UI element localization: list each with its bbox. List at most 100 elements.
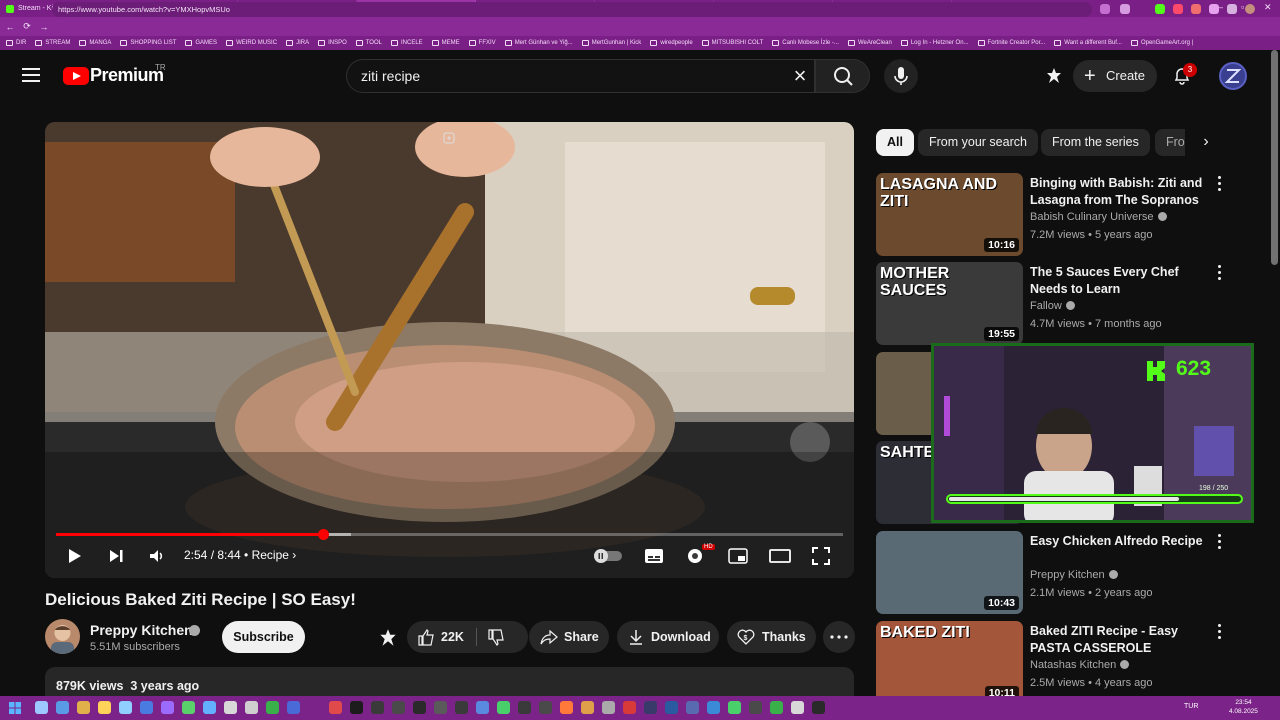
- video-player[interactable]: 2:54 / 8:44 • Recipe › HD: [45, 122, 854, 578]
- subtitles-icon[interactable]: [644, 548, 664, 564]
- fullscreen-icon[interactable]: [812, 547, 830, 565]
- bookmark-item[interactable]: SHOPPING LIST: [120, 40, 176, 46]
- like-count[interactable]: 22K: [441, 621, 464, 653]
- taskbar-app-icon[interactable]: [161, 701, 174, 714]
- taskbar-app-icon[interactable]: [665, 701, 678, 714]
- bookmark-item[interactable]: OpenGameArt.org |: [1130, 40, 1193, 46]
- taskbar-app-icon[interactable]: [560, 701, 573, 714]
- video-thumbnail[interactable]: 10:43: [876, 531, 1023, 614]
- taskbar-app-icon[interactable]: [287, 701, 300, 714]
- share-button[interactable]: Share: [529, 621, 609, 653]
- taskbar-app-icon[interactable]: [308, 701, 321, 714]
- recommended-video[interactable]: MOTHER SAUCES 19:55 The 5 Sauces Every Che…: [876, 262, 1256, 346]
- next-icon[interactable]: [107, 547, 125, 565]
- taskbar-app-icon[interactable]: [182, 701, 195, 714]
- bookmark-item[interactable]: STREAM: [35, 40, 70, 46]
- miniplayer-icon[interactable]: [728, 548, 748, 564]
- download-button[interactable]: Download: [617, 621, 719, 653]
- extension-icon[interactable]: [1173, 4, 1183, 14]
- account-avatar[interactable]: [1219, 62, 1247, 90]
- reload-icon[interactable]: ⟳: [20, 21, 34, 32]
- rec-title[interactable]: Baked ZITI Recipe - Easy PASTA CASSEROLE: [1030, 623, 1215, 657]
- clear-search-icon[interactable]: ×: [790, 65, 810, 87]
- windows-start-icon[interactable]: [9, 702, 21, 714]
- bookmark-item[interactable]: MANGA: [79, 40, 111, 46]
- rec-channel[interactable]: Preppy Kitchen: [1030, 569, 1118, 581]
- chip-partial[interactable]: Fro: [1155, 129, 1185, 156]
- search-input[interactable]: ziti recipe: [346, 59, 815, 93]
- search-button[interactable]: [815, 59, 870, 93]
- taskbar-app-icon[interactable]: [602, 701, 615, 714]
- taskbar-app-icon[interactable]: [224, 701, 237, 714]
- bookmark-item[interactable]: Fortnite Creator Por...: [977, 40, 1045, 46]
- theater-mode-icon[interactable]: [769, 549, 791, 563]
- voice-search-button[interactable]: [884, 59, 918, 93]
- bookmark-item[interactable]: Canlı Mobese İzle -...: [772, 40, 839, 46]
- bookmark-item[interactable]: INCELE: [390, 40, 423, 46]
- video-thumbnail[interactable]: LASAGNA AND ZITI 10:16: [876, 173, 1023, 256]
- taskbar-app-icon[interactable]: [392, 701, 405, 714]
- autoplay-toggle[interactable]: [594, 549, 622, 563]
- system-clock[interactable]: 23:54 4.08.2025: [1229, 698, 1258, 716]
- bookmark-item[interactable]: Log In - Hetzner On...: [900, 40, 969, 46]
- rec-title[interactable]: The 5 Sauces Every Chef Needs to Learn: [1030, 264, 1215, 298]
- extension-icon[interactable]: [1120, 4, 1130, 14]
- chip-all[interactable]: All: [876, 129, 914, 156]
- taskbar-app-icon[interactable]: [791, 701, 804, 714]
- rec-channel[interactable]: Babish Culinary Universe: [1030, 211, 1167, 223]
- settings-gear-icon[interactable]: [686, 547, 704, 565]
- taskbar-app-icon[interactable]: [119, 701, 132, 714]
- bookmark-item[interactable]: wiredpeople: [650, 40, 693, 46]
- scrubber-handle[interactable]: [317, 529, 329, 540]
- taskbar-app-icon[interactable]: [476, 701, 489, 714]
- taskbar-app-icon[interactable]: [413, 701, 426, 714]
- recommended-video[interactable]: 10:43 Easy Chicken Alfredo Recipe Preppy K…: [876, 531, 1256, 615]
- bookmark-item[interactable]: MEME: [431, 40, 460, 46]
- taskbar-app-icon[interactable]: [203, 701, 216, 714]
- bookmark-item[interactable]: DIR: [6, 40, 26, 46]
- menu-icon[interactable]: [22, 68, 40, 82]
- taskbar-app-icon[interactable]: [266, 701, 279, 714]
- taskbar-app-icon[interactable]: [581, 701, 594, 714]
- extension-icon[interactable]: [1191, 4, 1201, 14]
- taskbar-app-icon[interactable]: [245, 701, 258, 714]
- taskbar-app-icon[interactable]: [770, 701, 783, 714]
- dislike-icon[interactable]: [487, 629, 505, 646]
- rec-title[interactable]: Easy Chicken Alfredo Recipe: [1030, 533, 1215, 550]
- taskbar-app-icon[interactable]: [455, 701, 468, 714]
- recommended-video[interactable]: BAKED ZITI 10:11 Baked ZITI Recipe - Easy …: [876, 621, 1256, 705]
- extension-icon[interactable]: [1209, 4, 1219, 14]
- taskbar-app-icon[interactable]: [644, 701, 657, 714]
- taskbar-app-icon[interactable]: [497, 701, 510, 714]
- youtube-logo-icon[interactable]: [63, 67, 89, 85]
- chip-from-your-search[interactable]: From your search: [918, 129, 1038, 156]
- taskbar-app-icon[interactable]: [371, 701, 384, 714]
- thanks-button[interactable]: $ Thanks: [727, 621, 816, 653]
- channel-avatar[interactable]: [45, 619, 80, 654]
- profile-avatar[interactable]: [1245, 4, 1255, 14]
- more-vert-icon[interactable]: [1214, 534, 1224, 552]
- bookmark-item[interactable]: TOOL: [355, 40, 382, 46]
- rec-channel[interactable]: Fallow: [1030, 300, 1075, 312]
- taskbar-app-icon[interactable]: [98, 701, 111, 714]
- taskbar-app-icon[interactable]: [749, 701, 762, 714]
- create-button[interactable]: + Create: [1073, 60, 1157, 92]
- chip-from-the-series[interactable]: From the series: [1041, 129, 1150, 156]
- taskbar-app-icon[interactable]: [350, 701, 363, 714]
- close-window-icon[interactable]: ✕: [1264, 2, 1272, 13]
- taskbar-app-icon[interactable]: [35, 701, 48, 714]
- taskbar-app-icon[interactable]: [56, 701, 69, 714]
- taskbar-app-icon[interactable]: [329, 701, 342, 714]
- taskbar-app-icon[interactable]: [518, 701, 531, 714]
- more-vert-icon[interactable]: [1214, 176, 1224, 194]
- bookmark-item[interactable]: Mert Günhan ve Yiğ...: [504, 40, 573, 46]
- bookmark-item[interactable]: JIRA: [286, 40, 309, 46]
- video-thumbnail[interactable]: BAKED ZITI 10:11: [876, 621, 1023, 704]
- bookmark-item[interactable]: Want a different Buf...: [1054, 40, 1122, 46]
- bookmark-item[interactable]: MITSUBISHI COLT: [701, 40, 763, 46]
- rec-title[interactable]: Binging with Babish: Ziti and Lasagna fr…: [1030, 175, 1215, 209]
- address-bar[interactable]: https://www.youtube.com/watch?v=YMXHopvM…: [52, 2, 1092, 17]
- bookmark-item[interactable]: GAMES: [185, 40, 217, 46]
- bookmark-item[interactable]: INSPO: [318, 40, 347, 46]
- taskbar-app-icon[interactable]: [812, 701, 825, 714]
